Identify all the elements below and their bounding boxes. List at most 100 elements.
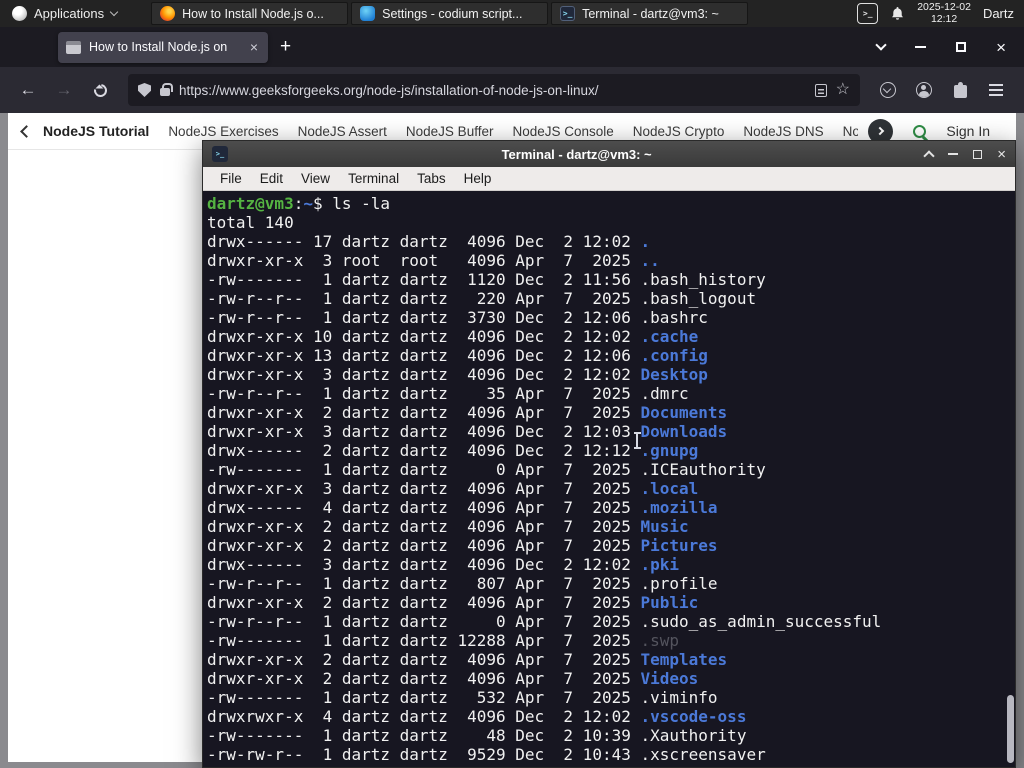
- terminal-listing-line: drwxr-xr-x 2 dartz dartz 4096 Apr 7 2025…: [207, 517, 1015, 536]
- listing-meta: -rw------- 1 dartz dartz 1120 Dec 2 11:5…: [207, 270, 641, 289]
- prompt-command: $ ls -la: [312, 194, 391, 213]
- prompt-user: dartz@vm3: [207, 194, 294, 213]
- firefox-icon: [160, 6, 176, 21]
- terminal-menu-file[interactable]: File: [211, 171, 251, 186]
- listing-meta: -rw-r--r-- 1 dartz dartz 0 Apr 7 2025: [207, 612, 641, 631]
- terminal-maximize-button[interactable]: [973, 149, 983, 159]
- listing-meta: -rw------- 1 dartz dartz 0 Apr 7 2025: [207, 460, 641, 479]
- site-nav-link[interactable]: NodeJS Buffer: [406, 124, 494, 139]
- terminal-shade-button[interactable]: [923, 150, 935, 162]
- listing-name: Downloads: [640, 422, 728, 441]
- url-text[interactable]: https://www.geeksforgeeks.org/node-js/in…: [179, 83, 806, 98]
- chevron-left-icon[interactable]: [20, 124, 33, 138]
- site-nav-link[interactable]: NodeJS Console: [512, 124, 613, 139]
- listing-name: .viminfo: [640, 688, 718, 707]
- terminal-listing-line: drwx------ 4 dartz dartz 4096 Apr 7 2025…: [207, 498, 1015, 517]
- listing-name: .bash_logout: [640, 289, 757, 308]
- site-nav-link[interactable]: NodeJS Assert: [298, 124, 387, 139]
- account-button[interactable]: [908, 75, 940, 105]
- terminal-listing-line: drwxr-xr-x 2 dartz dartz 4096 Apr 7 2025…: [207, 403, 1015, 422]
- site-nav-link[interactable]: NodeJS Crypto: [633, 124, 725, 139]
- listing-name: Pictures: [640, 536, 718, 555]
- terminal-menu-tabs[interactable]: Tabs: [408, 171, 455, 186]
- terminal-listing-line: -rw------- 1 dartz dartz 532 Apr 7 2025 …: [207, 688, 1015, 707]
- extensions-icon: [953, 82, 967, 98]
- taskbar-item-title: How to Install Node.js o...: [182, 6, 324, 21]
- terminal-scrollbar[interactable]: [1005, 191, 1015, 767]
- lock-icon[interactable]: [160, 83, 173, 96]
- bookmark-star-icon[interactable]: ☆: [836, 82, 850, 98]
- terminal-menu-help[interactable]: Help: [455, 171, 501, 186]
- prompt-path: ~: [303, 194, 313, 213]
- tab-close-icon[interactable]: ×: [248, 39, 260, 55]
- top-panel: Applications How to Install Node.js o...…: [0, 0, 1024, 27]
- listing-meta: drwxr-xr-x 3 root root 4096 Apr 7 2025: [207, 251, 641, 270]
- terminal-listing-line: -rw-r--r-- 1 dartz dartz 3730 Dec 2 12:0…: [207, 308, 1015, 327]
- listing-name: .vscode-oss: [640, 707, 747, 726]
- window-maximize-button[interactable]: [956, 42, 967, 52]
- listing-name: .local: [640, 479, 699, 498]
- terminal-titlebar[interactable]: >_ Terminal - dartz@vm3: ~ ×: [203, 141, 1015, 167]
- terminal-minimize-button[interactable]: [948, 153, 959, 155]
- sign-in-button[interactable]: Sign In: [946, 123, 990, 139]
- pocket-button[interactable]: [872, 75, 904, 105]
- terminal-menu-terminal[interactable]: Terminal: [339, 171, 408, 186]
- listing-meta: drwxr-xr-x 2 dartz dartz 4096 Apr 7 2025: [207, 536, 641, 555]
- url-bar[interactable]: https://www.geeksforgeeks.org/node-js/in…: [128, 74, 860, 106]
- site-nav-link[interactable]: NodeJS Exercises: [168, 124, 278, 139]
- tracking-shield-icon[interactable]: [138, 83, 151, 97]
- terminal-viewport[interactable]: dartz@vm3:~$ ls -la total 140 drwx------ 1…: [203, 191, 1015, 767]
- tab-title: How to Install Node.js on: [89, 40, 228, 54]
- browser-toolbar: ← → https://www.geeksforgeeks.org/node-j…: [0, 67, 1024, 113]
- site-nav-link[interactable]: Node: [843, 124, 859, 139]
- search-icon[interactable]: [913, 124, 927, 138]
- extensions-button[interactable]: [944, 75, 976, 105]
- terminal-menu-edit[interactable]: Edit: [251, 171, 292, 186]
- site-nav-link[interactable]: NodeJS DNS: [743, 124, 823, 139]
- listing-name: Music: [640, 517, 689, 536]
- terminal-listing-line: drwxr-xr-x 2 dartz dartz 4096 Apr 7 2025…: [207, 650, 1015, 669]
- terminal-listing-line: -rw------- 1 dartz dartz 0 Apr 7 2025 .I…: [207, 460, 1015, 479]
- listing-meta: -rw------- 1 dartz dartz 532 Apr 7 2025: [207, 688, 641, 707]
- notification-bell-icon[interactable]: [890, 6, 905, 21]
- browser-tab-active[interactable]: How to Install Node.js on ×: [58, 31, 268, 63]
- terminal-menu-view[interactable]: View: [292, 171, 339, 186]
- back-button[interactable]: ←: [12, 75, 44, 105]
- terminal-close-button[interactable]: ×: [997, 147, 1006, 162]
- listing-name: Videos: [640, 669, 699, 688]
- site-nav-link[interactable]: NodeJS Tutorial: [43, 123, 149, 139]
- forward-button[interactable]: →: [48, 75, 80, 105]
- reload-button[interactable]: [84, 75, 116, 105]
- terminal-indicator-icon[interactable]: >_: [857, 3, 879, 24]
- terminal-listing-line: drwx------ 2 dartz dartz 4096 Dec 2 12:1…: [207, 441, 1015, 460]
- chevron-right-icon: [875, 126, 885, 136]
- terminal-app-icon: >_: [212, 146, 228, 162]
- site-nav-links: NodeJS Tutorial NodeJS Exercises NodeJS As…: [43, 123, 858, 139]
- window-close-button[interactable]: ×: [996, 39, 1006, 56]
- taskbar-item[interactable]: >_ Terminal - dartz@vm3: ~: [551, 2, 749, 25]
- taskbar-item-title: Settings - codium script...: [382, 6, 523, 21]
- listing-name: .profile: [640, 574, 718, 593]
- listing-meta: drwx------ 17 dartz dartz 4096 Dec 2 12:…: [207, 232, 641, 251]
- taskbar-item[interactable]: Settings - codium script...: [351, 2, 549, 25]
- taskbar-item[interactable]: How to Install Node.js o...: [151, 2, 349, 25]
- terminal-listing-line: -rw------- 1 dartz dartz 48 Dec 2 10:39 …: [207, 726, 1015, 745]
- scrollbar-thumb[interactable]: [1006, 695, 1014, 763]
- listing-meta: drwxr-xr-x 2 dartz dartz 4096 Apr 7 2025: [207, 669, 641, 688]
- listing-meta: drwx------ 4 dartz dartz 4096 Apr 7 2025: [207, 498, 641, 517]
- clock[interactable]: 2025-12-02 12:12: [917, 1, 971, 25]
- listing-name: .ICEauthority: [640, 460, 766, 479]
- menu-button[interactable]: [980, 75, 1012, 105]
- applications-menu[interactable]: Applications: [0, 0, 129, 27]
- terminal-listing-line: drwxr-xr-x 3 root root 4096 Apr 7 2025 .…: [207, 251, 1015, 270]
- session-user-label[interactable]: Dartz: [983, 6, 1016, 21]
- terminal-listing-line: drwxr-xr-x 3 dartz dartz 4096 Dec 2 12:0…: [207, 422, 1015, 441]
- reader-mode-icon[interactable]: [814, 83, 827, 97]
- listing-name: .bashrc: [640, 308, 708, 327]
- listing-meta: drwxr-xr-x 10 dartz dartz 4096 Dec 2 12:…: [207, 327, 641, 346]
- window-minimize-button[interactable]: [915, 46, 927, 48]
- listing-name: .xscreensaver: [640, 745, 766, 764]
- listing-meta: -rw-r--r-- 1 dartz dartz 3730 Dec 2 12:0…: [207, 308, 641, 327]
- list-all-tabs-icon[interactable]: [875, 39, 887, 51]
- new-tab-button[interactable]: +: [280, 36, 291, 58]
